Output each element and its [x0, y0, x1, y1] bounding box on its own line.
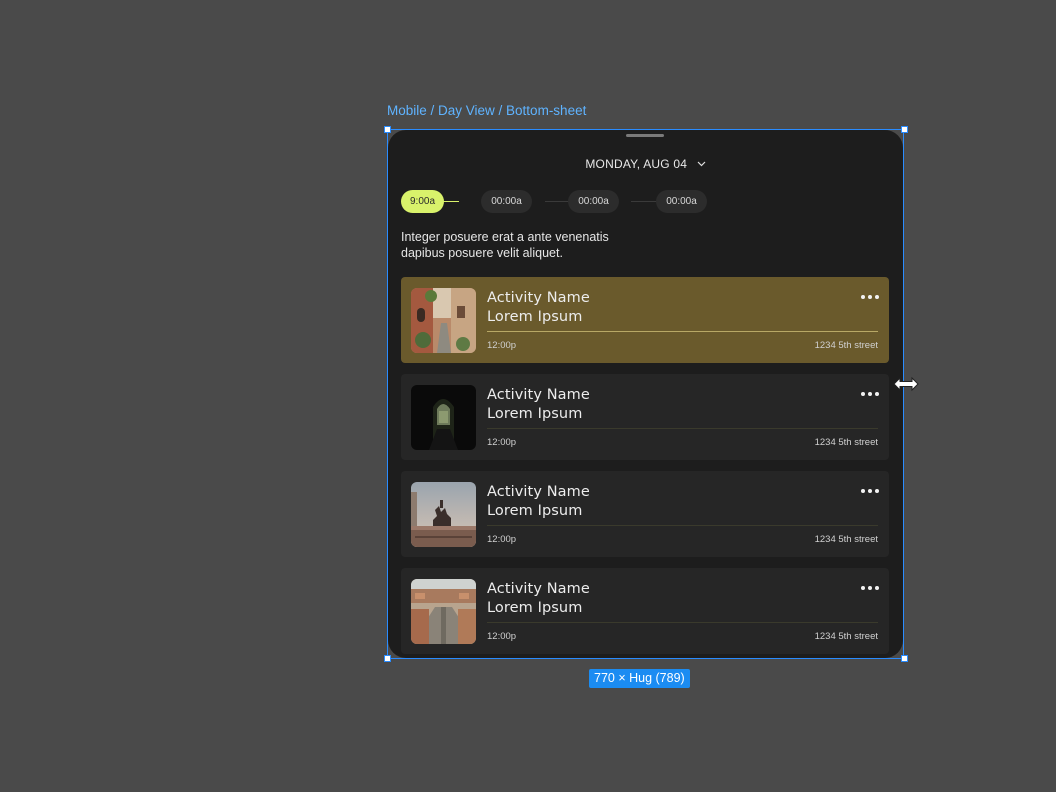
- frame-label[interactable]: Mobile / Day View / Bottom-sheet: [387, 103, 586, 118]
- activity-subtitle: Lorem Ipsum: [487, 309, 583, 325]
- activity-subtitle: Lorem Ipsum: [487, 600, 583, 616]
- description-line: dapibus posuere velit aliquet.: [401, 245, 563, 260]
- more-options-icon[interactable]: [861, 387, 879, 401]
- timeline: 9:00a 00:00a 00:00a 00:00a: [401, 190, 711, 214]
- card-divider: [487, 428, 878, 429]
- activity-name: Activity Name: [487, 484, 590, 500]
- activity-address: 1234 5th street: [814, 631, 878, 642]
- activity-card[interactable]: Activity Name Lorem Ipsum 12:00p 1234 5t…: [401, 374, 889, 460]
- activity-name: Activity Name: [487, 581, 590, 597]
- design-canvas: Mobile / Day View / Bottom-sheet MONDAY,…: [0, 0, 1056, 792]
- activity-address: 1234 5th street: [814, 340, 878, 351]
- more-options-icon[interactable]: [861, 290, 879, 304]
- card-divider: [487, 525, 878, 526]
- activity-subtitle: Lorem Ipsum: [487, 503, 583, 519]
- resize-handle-top-right[interactable]: [901, 126, 908, 133]
- size-badge: 770 × Hug (789): [589, 669, 690, 688]
- activity-thumbnail: [411, 288, 476, 353]
- horizontal-resize-cursor-icon: [892, 376, 920, 392]
- activity-thumbnail: [411, 579, 476, 644]
- activity-address: 1234 5th street: [814, 437, 878, 448]
- bottom-sheet: MONDAY, AUG 04 9:00a 00:00a 00:00a 00:00…: [388, 130, 903, 658]
- date-label: MONDAY, AUG 04: [585, 157, 688, 171]
- activity-time: 12:00p: [487, 631, 517, 642]
- activity-address: 1234 5th street: [814, 534, 878, 545]
- time-pill-4[interactable]: 00:00a: [656, 190, 707, 213]
- activity-thumbnail: [411, 482, 476, 547]
- time-pill-3[interactable]: 00:00a: [568, 190, 619, 213]
- activity-thumbnail: [411, 385, 476, 450]
- resize-handle-top-left[interactable]: [384, 126, 391, 133]
- resize-handle-bottom-right[interactable]: [901, 655, 908, 662]
- resize-handle-bottom-left[interactable]: [384, 655, 391, 662]
- activity-name: Activity Name: [487, 290, 590, 306]
- chevron-down-icon: [697, 156, 706, 170]
- activity-name: Activity Name: [487, 387, 590, 403]
- activity-time: 12:00p: [487, 437, 517, 448]
- activity-time: 12:00p: [487, 340, 517, 351]
- timeline-connector: [443, 201, 459, 202]
- card-divider: [487, 331, 878, 332]
- activity-list: Activity Name Lorem Ipsum 12:00p 1234 5t…: [401, 277, 889, 658]
- card-divider: [487, 622, 878, 623]
- time-pill-1[interactable]: 9:00a: [401, 190, 444, 213]
- activity-card[interactable]: Activity Name Lorem Ipsum 12:00p 1234 5t…: [401, 277, 889, 363]
- activity-subtitle: Lorem Ipsum: [487, 406, 583, 422]
- day-description: Integer posuere erat a ante venenatis da…: [401, 230, 661, 261]
- sheet-grabber[interactable]: [626, 134, 664, 137]
- more-options-icon[interactable]: [861, 581, 879, 595]
- time-pill-2[interactable]: 00:00a: [481, 190, 532, 213]
- activity-card[interactable]: Activity Name Lorem Ipsum 12:00p 1234 5t…: [401, 568, 889, 654]
- more-options-icon[interactable]: [861, 484, 879, 498]
- activity-card[interactable]: Activity Name Lorem Ipsum 12:00p 1234 5t…: [401, 471, 889, 557]
- activity-time: 12:00p: [487, 534, 517, 545]
- description-line: Integer posuere erat a ante venenatis: [401, 230, 609, 244]
- date-selector[interactable]: MONDAY, AUG 04: [388, 156, 903, 171]
